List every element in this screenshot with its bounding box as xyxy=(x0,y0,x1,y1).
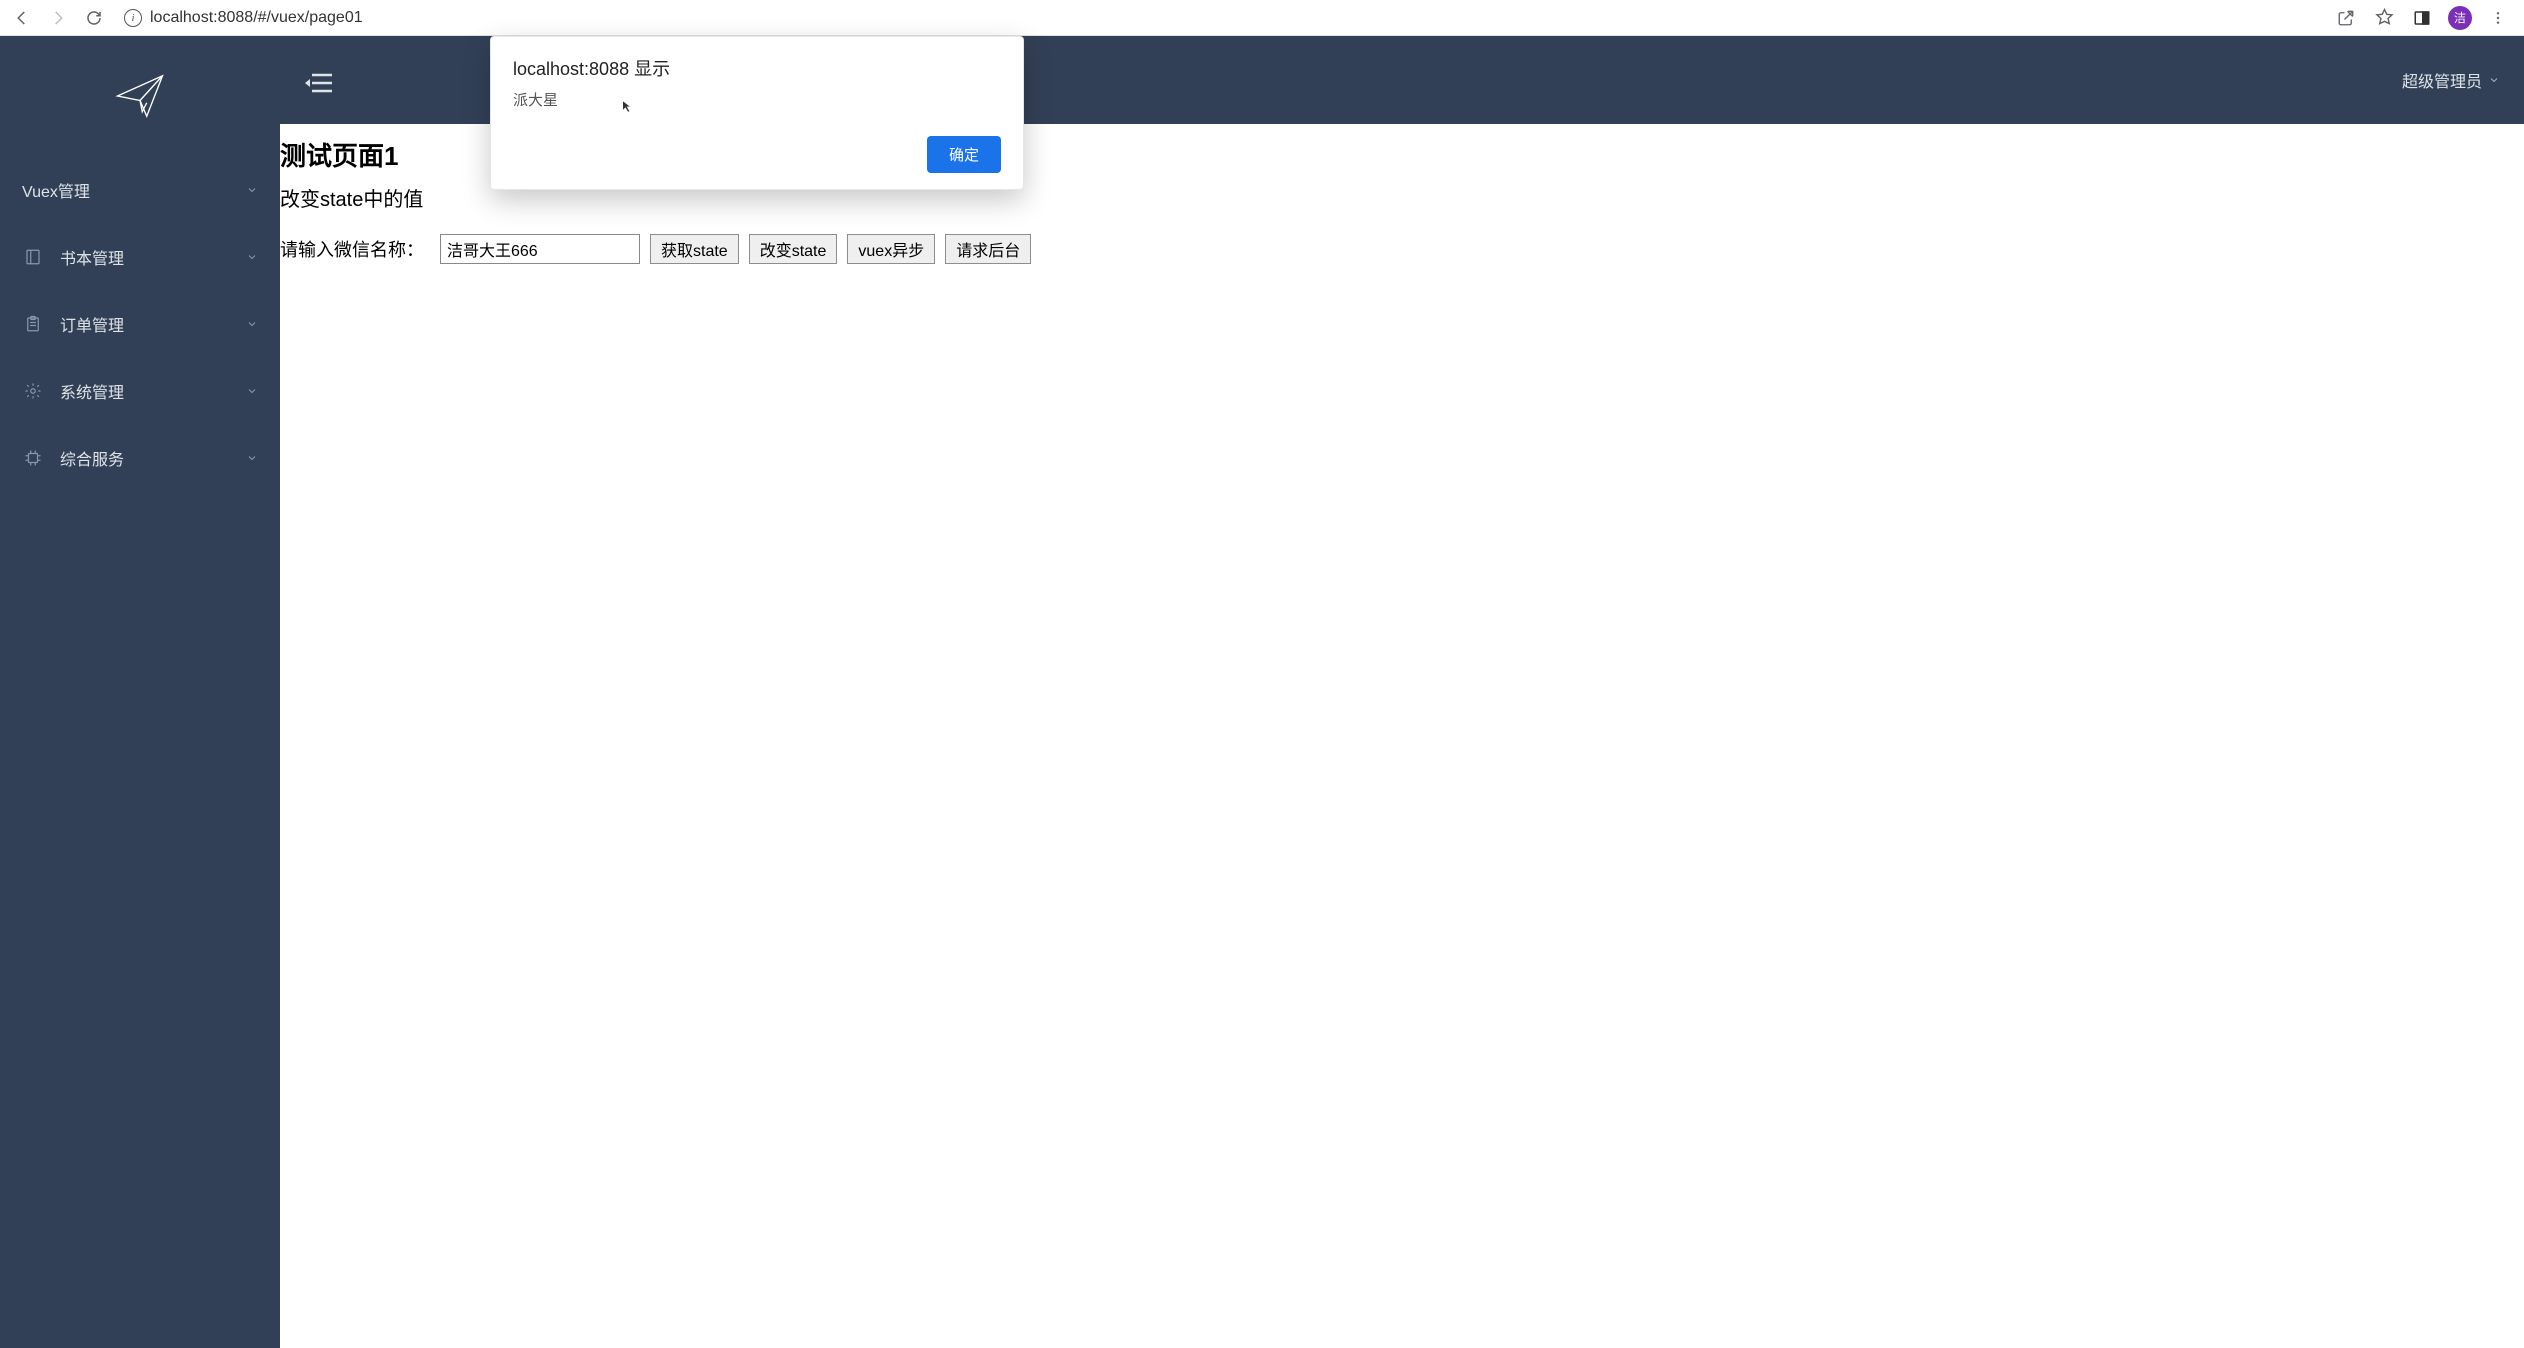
vuex-async-button[interactable]: vuex异步 xyxy=(847,234,935,264)
dialog-message: 派大星 xyxy=(513,89,1001,110)
cursor-icon xyxy=(621,99,635,113)
gear-icon xyxy=(22,382,44,400)
main-area: 超级管理员 测试页面1 改变state中的值 请输入微信名称： 获取state … xyxy=(280,36,2524,1348)
avatar-letter: 洁 xyxy=(2454,9,2466,26)
alert-dialog: localhost:8088 显示 派大星 确定 xyxy=(490,36,1024,190)
sidebar-item-services[interactable]: 综合服务 xyxy=(0,424,280,491)
collapse-menu-button[interactable] xyxy=(304,70,332,90)
cpu-icon xyxy=(22,449,44,467)
back-button[interactable] xyxy=(10,6,34,30)
url-text: localhost:8088/#/vuex/page01 xyxy=(150,9,363,27)
paper-plane-icon xyxy=(113,69,167,123)
user-menu[interactable]: 超级管理员 xyxy=(2402,68,2500,92)
sidebar-item-label: 系统管理 xyxy=(60,379,124,403)
forward-button[interactable] xyxy=(46,6,70,30)
change-state-button[interactable]: 改变state xyxy=(749,234,838,264)
dialog-ok-button[interactable]: 确定 xyxy=(927,136,1001,173)
chevron-down-icon xyxy=(2488,74,2500,86)
share-icon[interactable] xyxy=(2334,6,2358,30)
dialog-footer: 确定 xyxy=(513,136,1001,173)
sidebar-item-label: 综合服务 xyxy=(60,446,124,470)
chevron-down-icon xyxy=(246,385,258,397)
app-root: Vuex管理 书本管理 订单管理 xyxy=(0,36,2524,1348)
chevron-down-icon xyxy=(246,251,258,263)
sidebar-item-books[interactable]: 书本管理 xyxy=(0,223,280,290)
sidebar-item-label: 订单管理 xyxy=(60,312,124,336)
get-state-button[interactable]: 获取state xyxy=(650,234,739,264)
input-label: 请输入微信名称： xyxy=(280,236,424,262)
clipboard-icon xyxy=(22,315,44,333)
dialog-title: localhost:8088 显示 xyxy=(513,55,1001,81)
sidebar-item-system[interactable]: 系统管理 xyxy=(0,357,280,424)
sidebar-item-label: Vuex管理 xyxy=(22,178,90,202)
profile-avatar[interactable]: 洁 xyxy=(2448,6,2472,30)
sidebar-item-label: 书本管理 xyxy=(60,245,124,269)
bookmark-star-icon[interactable] xyxy=(2372,6,2396,30)
address-bar[interactable]: i localhost:8088/#/vuex/page01 xyxy=(118,9,2322,27)
form-row: 请输入微信名称： 获取state 改变state vuex异步 请求后台 xyxy=(280,234,2524,264)
browser-toolbar: i localhost:8088/#/vuex/page01 洁 xyxy=(0,0,2524,36)
request-backend-button[interactable]: 请求后台 xyxy=(945,234,1031,264)
site-info-icon[interactable]: i xyxy=(124,9,142,27)
sidebar-item-orders[interactable]: 订单管理 xyxy=(0,290,280,357)
reload-button[interactable] xyxy=(82,6,106,30)
browser-actions: 洁 xyxy=(2334,6,2514,30)
book-icon xyxy=(22,248,44,266)
sidebar: Vuex管理 书本管理 订单管理 xyxy=(0,36,280,1348)
sidebar-item-vuex[interactable]: Vuex管理 xyxy=(0,156,280,223)
kebab-menu-icon[interactable] xyxy=(2486,6,2510,30)
chevron-down-icon xyxy=(246,184,258,196)
wechat-name-input[interactable] xyxy=(440,234,640,264)
chevron-down-icon xyxy=(246,318,258,330)
panel-icon[interactable] xyxy=(2410,6,2434,30)
logo xyxy=(0,36,280,156)
user-label: 超级管理员 xyxy=(2402,68,2482,92)
chevron-down-icon xyxy=(246,452,258,464)
